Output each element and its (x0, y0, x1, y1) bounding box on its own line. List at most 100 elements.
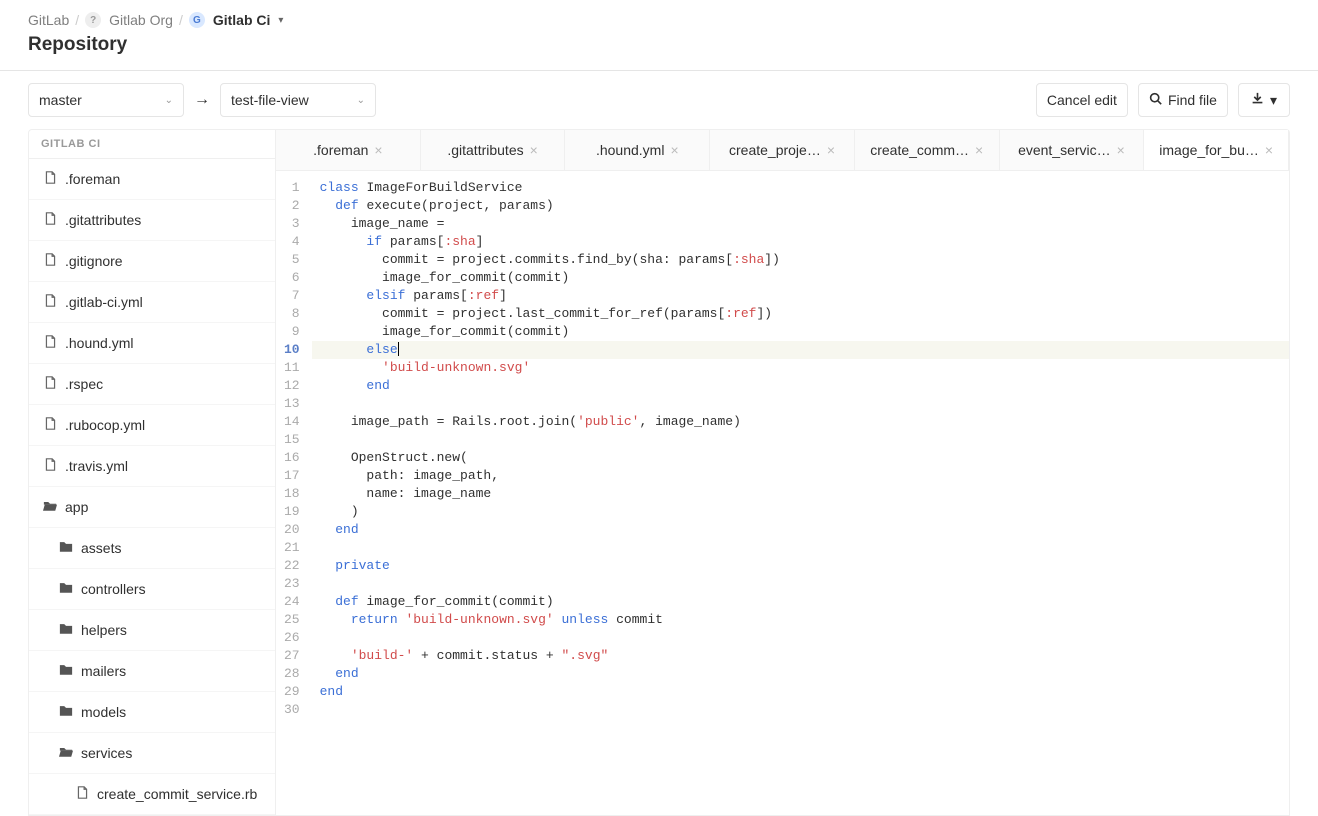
branch-select[interactable]: master ⌄ (28, 83, 184, 117)
code-line[interactable]: def execute(project, params) (312, 197, 1289, 215)
tree-folder[interactable]: mailers (29, 651, 275, 692)
close-icon[interactable]: × (530, 142, 538, 158)
code-line[interactable]: class ImageForBuildService (312, 179, 1289, 197)
code-line[interactable]: image_for_commit(commit) (312, 323, 1289, 341)
code-line[interactable] (312, 575, 1289, 593)
code-line[interactable] (312, 431, 1289, 449)
line-number: 27 (280, 647, 304, 665)
code-line[interactable]: ) (312, 503, 1289, 521)
line-number: 29 (280, 683, 304, 701)
breadcrumb-project[interactable]: Gitlab Ci (213, 12, 271, 28)
caret-down-icon: ⌄ (165, 95, 173, 106)
editor-tab[interactable]: image_for_bu… × (1144, 130, 1289, 170)
cancel-edit-button[interactable]: Cancel edit (1036, 83, 1128, 117)
tree-file[interactable]: .rspec (29, 364, 275, 405)
code-line[interactable]: image_for_commit(commit) (312, 269, 1289, 287)
tree-item-label: models (81, 704, 126, 720)
chevron-down-icon[interactable]: ▾ (278, 15, 283, 26)
tree-folder[interactable]: assets (29, 528, 275, 569)
code-line[interactable]: 'build-unknown.svg' (312, 359, 1289, 377)
tree-file[interactable]: .travis.yml (29, 446, 275, 487)
find-file-button[interactable]: Find file (1138, 83, 1228, 117)
line-number: 21 (280, 539, 304, 557)
folder-icon (59, 540, 73, 556)
tree-file[interactable]: create_commit_service.rb (29, 774, 275, 815)
code-line[interactable]: image_name = (312, 215, 1289, 233)
editor-tab[interactable]: .foreman× (276, 130, 421, 170)
close-icon[interactable]: × (670, 142, 678, 158)
tree-folder[interactable]: models (29, 692, 275, 733)
target-select[interactable]: test-file-view ⌄ (220, 83, 376, 117)
breadcrumb-root[interactable]: GitLab (28, 12, 69, 28)
line-number: 8 (280, 305, 304, 323)
tree-item-label: .rspec (65, 376, 103, 392)
line-number: 9 (280, 323, 304, 341)
code-line[interactable]: image_path = Rails.root.join('public', i… (312, 413, 1289, 431)
code-line[interactable]: name: image_name (312, 485, 1289, 503)
line-number: 5 (280, 251, 304, 269)
line-number: 30 (280, 701, 304, 719)
tree-item-label: .hound.yml (65, 335, 133, 351)
code-line[interactable] (312, 701, 1289, 719)
line-number: 12 (280, 377, 304, 395)
code-line[interactable]: end (312, 683, 1289, 701)
code-line[interactable] (312, 395, 1289, 413)
code-line[interactable]: commit = project.last_commit_for_ref(par… (312, 305, 1289, 323)
tree-item-label: assets (81, 540, 121, 556)
code-line[interactable]: OpenStruct.new( (312, 449, 1289, 467)
tree-file[interactable]: .gitlab-ci.yml (29, 282, 275, 323)
line-number: 28 (280, 665, 304, 683)
line-number: 15 (280, 431, 304, 449)
editor-tab[interactable]: .gitattributes× (421, 130, 566, 170)
breadcrumb-org[interactable]: Gitlab Org (109, 12, 173, 28)
code-editor[interactable]: 1234567891011121314151617181920212223242… (276, 171, 1289, 727)
code-line[interactable]: path: image_path, (312, 467, 1289, 485)
tree-file[interactable]: .foreman (29, 159, 275, 200)
tree-file[interactable]: .gitignore (29, 241, 275, 282)
download-button[interactable]: ▾ (1238, 83, 1290, 117)
file-icon (43, 212, 57, 228)
tree-folder[interactable]: controllers (29, 569, 275, 610)
close-icon[interactable]: × (374, 142, 382, 158)
code-line[interactable]: commit = project.commits.find_by(sha: pa… (312, 251, 1289, 269)
code-line[interactable]: end (312, 665, 1289, 683)
editor-tab[interactable]: .hound.yml × (565, 130, 710, 170)
tree-folder[interactable]: services (29, 733, 275, 774)
tab-label: .hound.yml (596, 142, 664, 158)
toolbar: master ⌄ → test-file-view ⌄ Cancel edit … (0, 71, 1318, 129)
tree-file[interactable]: .gitattributes (29, 200, 275, 241)
code-line[interactable]: 'build-' + commit.status + ".svg" (312, 647, 1289, 665)
tree-file[interactable]: .rubocop.yml (29, 405, 275, 446)
editor-tab[interactable]: create_proje…× (710, 130, 855, 170)
close-icon[interactable]: × (975, 142, 983, 158)
editor-tab[interactable]: event_servic…× (1000, 130, 1145, 170)
code-line[interactable]: end (312, 377, 1289, 395)
file-icon (43, 171, 57, 187)
code-line[interactable]: if params[:sha] (312, 233, 1289, 251)
close-icon[interactable]: × (1265, 142, 1273, 158)
tree-folder[interactable]: app (29, 487, 275, 528)
page-header: GitLab / ? Gitlab Org / G Gitlab Ci ▾ Re… (0, 0, 1318, 71)
code-line[interactable] (312, 629, 1289, 647)
tree-folder[interactable]: helpers (29, 610, 275, 651)
tab-label: image_for_bu… (1159, 142, 1259, 158)
code-line[interactable]: private (312, 557, 1289, 575)
search-icon (1149, 92, 1162, 108)
editor-pane: .foreman×.gitattributes×.hound.yml×creat… (276, 129, 1290, 816)
close-icon[interactable]: × (827, 142, 835, 158)
code-line[interactable]: elsif params[:ref] (312, 287, 1289, 305)
line-number: 20 (280, 521, 304, 539)
line-number: 23 (280, 575, 304, 593)
code-line[interactable] (312, 539, 1289, 557)
code-line[interactable]: def image_for_commit(commit) (312, 593, 1289, 611)
folder-icon (59, 581, 73, 597)
close-icon[interactable]: × (1117, 142, 1125, 158)
code-line[interactable]: end (312, 521, 1289, 539)
line-number: 6 (280, 269, 304, 287)
line-number: 19 (280, 503, 304, 521)
code-line[interactable]: else (312, 341, 1289, 359)
line-number: 3 (280, 215, 304, 233)
tree-file[interactable]: .hound.yml (29, 323, 275, 364)
editor-tab[interactable]: create_comm…× (855, 130, 1000, 170)
code-line[interactable]: return 'build-unknown.svg' unless commit (312, 611, 1289, 629)
